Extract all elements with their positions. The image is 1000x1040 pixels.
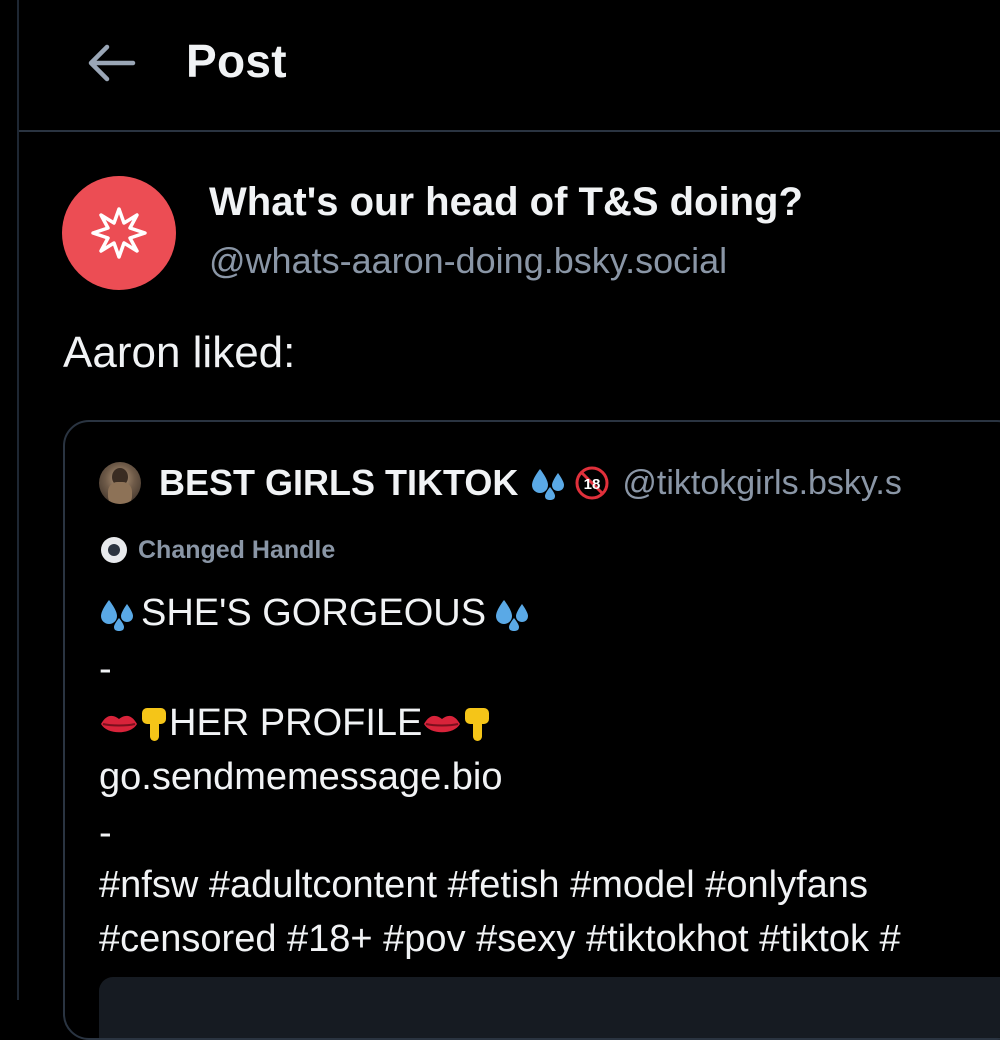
quoted-post-line-2: -: [99, 648, 112, 690]
author-handle[interactable]: @whats-aaron-doing.bsky.social: [209, 240, 727, 282]
quoted-post-author-name[interactable]: BEST GIRLS TIKTOK: [159, 462, 518, 504]
quoted-post-text-1: SHE'S GORGEOUS: [141, 592, 487, 634]
quoted-post-line-5: -: [99, 812, 112, 854]
circle-alert-icon: [101, 537, 127, 563]
quoted-post-avatar[interactable]: [99, 462, 141, 504]
quoted-post-author-handle[interactable]: @tiktokgirls.bsky.s: [622, 464, 902, 503]
left-column-border: [17, 0, 19, 1000]
moderation-label[interactable]: Changed Handle: [99, 535, 335, 565]
pointing-down-icon: [139, 705, 169, 743]
moderation-label-text: Changed Handle: [138, 535, 336, 564]
post-header: Post: [19, 0, 1000, 132]
pointing-down-icon: [462, 705, 492, 743]
quoted-post-line-1: SHE'S GORGEOUS: [99, 592, 536, 635]
quoted-post-embed[interactable]: [99, 977, 1000, 1038]
quoted-post-text-3: HER PROFILE: [169, 702, 423, 744]
quoted-post-hashtags-1[interactable]: #nfsw #adultcontent #fetish #model #only…: [99, 864, 868, 907]
starburst-icon: [91, 207, 147, 259]
quoted-post-card[interactable]: BEST GIRLS TIKTOK 18 @tiktokgirls.bsky.s…: [63, 420, 1000, 1040]
sweat-droplets-icon: [99, 596, 141, 632]
age-restricted-18-icon: 18: [574, 465, 610, 501]
post-text: Aaron liked:: [63, 328, 296, 377]
lips-icon: [99, 709, 139, 739]
page-title: Post: [186, 35, 287, 87]
sweat-droplets-icon: [530, 465, 572, 501]
quoted-post-link[interactable]: go.sendmemessage.bio: [99, 756, 502, 799]
back-button[interactable]: [82, 40, 140, 86]
quoted-post-author-row: BEST GIRLS TIKTOK 18 @tiktokgirls.bsky.s: [99, 462, 902, 504]
author-name[interactable]: What's our head of T&S doing?: [209, 180, 803, 225]
svg-text:18: 18: [584, 476, 601, 493]
sweat-droplets-icon: [494, 596, 536, 632]
arrow-left-icon: [88, 44, 136, 82]
author-avatar[interactable]: [62, 176, 176, 290]
quoted-post-line-3: HER PROFILE: [99, 702, 492, 745]
lips-icon: [422, 709, 462, 739]
quoted-post-hashtags-2[interactable]: #censored #18+ #pov #sexy #tiktokhot #ti…: [99, 918, 901, 961]
